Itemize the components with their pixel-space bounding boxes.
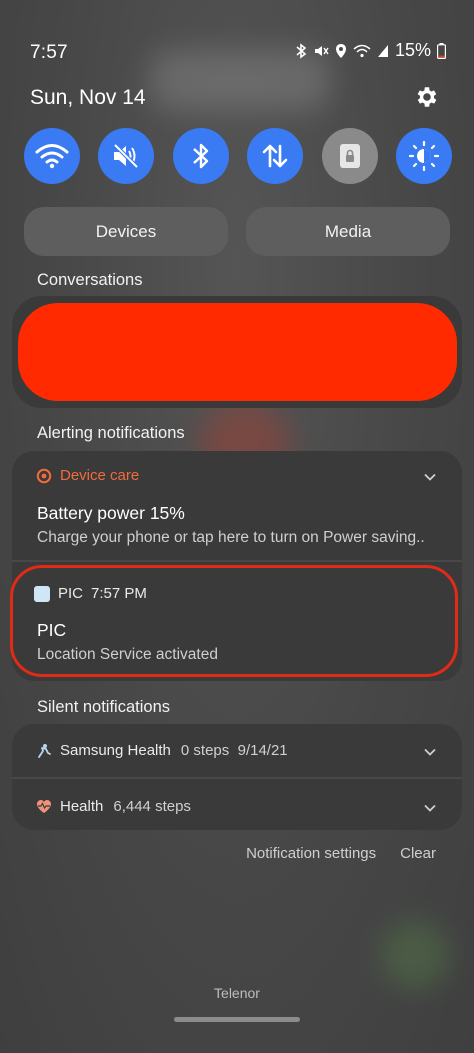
health-app-name: Health: [60, 798, 104, 815]
status-time: 7:57: [30, 42, 68, 63]
conversation-card[interactable]: [12, 296, 462, 408]
pic-notification-title[interactable]: PIC: [37, 620, 66, 641]
battery-icon: [437, 42, 446, 59]
notification-settings-button[interactable]: Notification settings: [246, 845, 376, 862]
mute-icon: [314, 45, 329, 56]
status-icons: 15%: [295, 40, 446, 61]
notification-divider: [12, 777, 462, 779]
chevron-down-icon[interactable]: [423, 745, 437, 759]
conversations-heading: Conversations: [37, 271, 143, 289]
toggle-mobile-data[interactable]: [247, 128, 304, 184]
silent-item-health[interactable]: Health 6,444 steps: [36, 798, 191, 815]
battery-notification-body[interactable]: Charge your phone or tap here to turn on…: [37, 529, 425, 547]
silent-item-samsung-health[interactable]: Samsung Health 0 steps 9/14/21: [36, 742, 288, 759]
alerting-heading: Alerting notifications: [37, 424, 185, 442]
toggle-bluetooth[interactable]: [172, 128, 229, 184]
silent-heading: Silent notifications: [37, 698, 170, 716]
heart-pulse-icon: [37, 800, 51, 813]
toggle-wifi[interactable]: [24, 128, 80, 184]
bluetooth-icon: [192, 143, 208, 169]
pic-app-icon: [34, 585, 50, 602]
pic-notification-body[interactable]: Location Service activated: [37, 646, 218, 664]
bluetooth-icon: [296, 42, 307, 59]
pic-app-name: PIC: [58, 585, 84, 602]
device-care-icon: [36, 468, 52, 483]
alerting-notifications-card: Device care Battery power 15% Charge you…: [12, 451, 462, 681]
device-care-header: Device care: [36, 467, 139, 484]
quick-toggles: [24, 128, 452, 184]
date-label: Sun, Nov 14: [30, 86, 146, 109]
toggle-lock-rotation[interactable]: [321, 128, 378, 184]
samsung-health-icon: [38, 743, 51, 758]
pic-notification-header: PIC 7:57 PM: [34, 585, 147, 602]
location-icon: [335, 43, 346, 58]
devices-button[interactable]: Devices: [24, 207, 228, 256]
footer-actions: Notification settings Clear: [246, 845, 436, 862]
chevron-down-icon[interactable]: [423, 470, 437, 484]
drag-handle[interactable]: [174, 1017, 300, 1022]
chevron-down-icon[interactable]: [423, 801, 437, 815]
status-bar: 7:57 15%: [0, 0, 474, 70]
lock-icon: [339, 144, 360, 168]
battery-percent: 15%: [394, 40, 431, 60]
redaction-block: [18, 303, 457, 401]
pic-notification-time: 7:57 PM: [91, 585, 147, 602]
brightness-icon: [408, 140, 440, 172]
background-blur: [380, 920, 450, 990]
notification-shade: 7:57 15% Sun, Nov 14 Devices Media Conve…: [0, 0, 474, 1053]
toggle-mute[interactable]: [98, 128, 155, 184]
gear-icon[interactable]: [414, 84, 440, 110]
clear-button[interactable]: Clear: [400, 845, 436, 862]
mute-icon: [113, 143, 139, 169]
cell-signal-icon: [377, 44, 388, 57]
device-care-app-name: Device care: [60, 467, 140, 484]
carrier-label: Telenor: [214, 985, 260, 1001]
health-meta: 6,444 steps: [113, 798, 191, 815]
data-arrows-icon: [262, 144, 288, 168]
devices-media-row: Devices Media: [24, 207, 450, 256]
battery-notification-title[interactable]: Battery power 15%: [37, 503, 185, 524]
samsung-health-meta: 0 steps 9/14/21: [180, 742, 288, 759]
media-button[interactable]: Media: [246, 207, 450, 256]
notification-divider: [12, 560, 462, 562]
wifi-icon: [35, 144, 69, 169]
silent-notifications-card: Samsung Health 0 steps 9/14/21 Health 6,…: [12, 724, 462, 830]
samsung-health-app-name: Samsung Health: [60, 742, 171, 759]
toggle-brightness[interactable]: [395, 128, 452, 184]
wifi-signal-icon: [353, 44, 371, 57]
